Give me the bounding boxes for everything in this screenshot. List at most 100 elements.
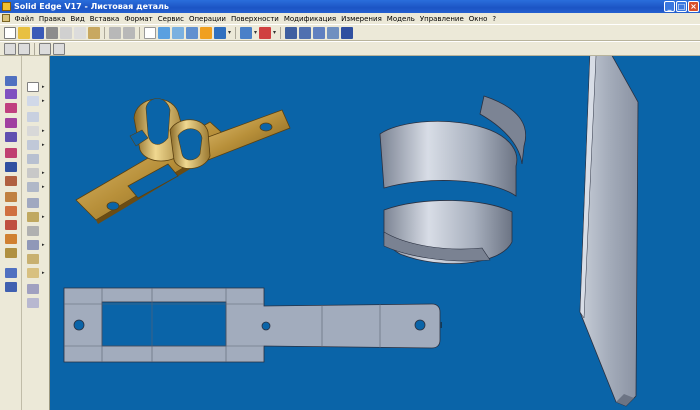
standard-toolbar: ▾ ▾ ▾ <box>0 24 700 41</box>
select-arrow-icon[interactable] <box>27 82 39 92</box>
chevron-right-icon[interactable]: ▸ <box>42 242 45 248</box>
minimize-button[interactable]: _ <box>664 1 675 12</box>
dimple-icon[interactable] <box>5 162 17 172</box>
undo-icon[interactable] <box>109 26 121 39</box>
coordinate-icon[interactable] <box>27 268 39 278</box>
document-icon[interactable] <box>2 14 10 22</box>
shading-icon[interactable] <box>214 26 226 39</box>
paste-icon[interactable] <box>88 26 100 39</box>
pattern-icon[interactable] <box>5 268 17 278</box>
offset-icon[interactable] <box>27 182 39 192</box>
layout-icon[interactable] <box>39 42 51 55</box>
close-button[interactable]: × <box>688 1 699 12</box>
chevron-right-icon[interactable]: ▸ <box>42 84 45 90</box>
point-icon[interactable] <box>27 298 39 308</box>
chevron-right-icon[interactable]: ▸ <box>42 98 45 104</box>
help-icon[interactable] <box>341 26 354 39</box>
menu-insert[interactable]: Вставка <box>87 15 122 23</box>
mirror-sketch-icon[interactable] <box>27 226 39 236</box>
maximize-button[interactable]: □ <box>676 1 687 12</box>
tab-icon[interactable] <box>5 118 17 128</box>
menu-file[interactable]: Файл <box>12 15 36 23</box>
rib-icon[interactable] <box>5 220 17 230</box>
bend-icon[interactable] <box>5 148 17 158</box>
chevron-right-icon[interactable]: ▸ <box>42 184 45 190</box>
pathfinder-icon[interactable] <box>18 42 30 55</box>
mirror-icon[interactable] <box>5 248 17 258</box>
fit-icon[interactable] <box>172 26 184 39</box>
save-icon[interactable] <box>32 26 44 39</box>
gusset-icon[interactable] <box>5 234 17 244</box>
zoom-all-icon[interactable] <box>313 26 326 39</box>
line-icon[interactable] <box>27 96 39 106</box>
chevron-right-icon[interactable]: ▸ <box>42 170 45 176</box>
open-icon[interactable] <box>18 26 30 39</box>
ribbon-toolbar <box>0 41 700 56</box>
menu-measure[interactable]: Измерения <box>339 15 385 23</box>
rotate-icon[interactable] <box>200 26 212 39</box>
cutout-icon[interactable] <box>5 132 17 142</box>
separator <box>34 42 35 55</box>
bracket-part[interactable] <box>75 98 291 225</box>
rectangle-icon[interactable] <box>27 126 39 136</box>
redo-icon[interactable] <box>123 26 135 39</box>
sheet-metal-icon[interactable] <box>5 76 17 86</box>
dimension-icon[interactable] <box>27 198 39 208</box>
contour-flange-icon[interactable] <box>5 103 17 113</box>
unbend-icon[interactable] <box>5 282 17 292</box>
view-orient-icon[interactable] <box>240 26 253 39</box>
menu-help[interactable]: ? <box>490 15 499 23</box>
pan-icon[interactable] <box>186 26 198 39</box>
menu-tools[interactable]: Сервис <box>155 15 186 23</box>
cut-icon[interactable] <box>60 26 72 39</box>
menu-modify[interactable]: Модификация <box>281 15 338 23</box>
chevron-right-icon[interactable]: ▸ <box>42 214 45 220</box>
feature-toolbar <box>0 56 22 410</box>
zoom-area-icon[interactable] <box>285 26 298 39</box>
menu-format[interactable]: Формат <box>122 15 155 23</box>
graphics-viewport[interactable]: I <box>50 56 700 410</box>
new-icon[interactable] <box>4 26 16 39</box>
chevron-down-icon[interactable]: ▾ <box>273 29 276 36</box>
select-tool-icon[interactable] <box>4 42 16 55</box>
app-icon <box>2 2 11 11</box>
bent-plate[interactable] <box>579 56 639 407</box>
fillet-icon[interactable] <box>27 154 39 164</box>
emboss-icon[interactable] <box>5 192 17 202</box>
separator <box>235 26 237 39</box>
trim-icon[interactable] <box>27 168 39 178</box>
menu-surfaces[interactable]: Поверхности <box>228 15 281 23</box>
chevron-right-icon[interactable]: ▸ <box>42 128 45 134</box>
chevron-down-icon[interactable]: ▾ <box>254 29 257 36</box>
print-icon[interactable] <box>46 26 58 39</box>
refresh-icon[interactable] <box>327 26 340 39</box>
chevron-down-icon[interactable]: ▾ <box>228 29 231 36</box>
select-icon[interactable] <box>144 26 156 39</box>
zoom-in-icon[interactable] <box>299 26 312 39</box>
spiral-strip-part[interactable] <box>379 95 526 264</box>
hole-icon[interactable] <box>5 206 17 216</box>
relation-icon[interactable] <box>27 212 39 222</box>
menu-manage[interactable]: Управление <box>417 15 466 23</box>
menu-features[interactable]: Операции <box>186 15 228 23</box>
curve-icon[interactable] <box>27 284 39 294</box>
menu-window[interactable]: Окно <box>466 15 490 23</box>
plane-icon[interactable] <box>27 254 39 264</box>
render-icon[interactable] <box>259 26 272 39</box>
project-icon[interactable] <box>27 240 39 250</box>
flange-icon[interactable] <box>5 89 17 99</box>
menu-edit[interactable]: Правка <box>36 15 68 23</box>
circle-icon[interactable] <box>27 140 39 150</box>
louver-icon[interactable] <box>5 176 17 186</box>
menu-view[interactable]: Вид <box>68 15 87 23</box>
sketch-toolbar: ▸ ▸ ▸ ▸ ▸ ▸ ▸ ▸ ▸ <box>22 56 50 410</box>
arc-icon[interactable] <box>27 112 39 122</box>
chevron-right-icon[interactable]: ▸ <box>42 270 45 276</box>
flat-pattern[interactable]: I <box>63 287 442 363</box>
menu-model[interactable]: Модель <box>384 15 417 23</box>
copy-icon[interactable] <box>74 26 86 39</box>
chevron-right-icon[interactable]: ▸ <box>42 142 45 148</box>
zoom-icon[interactable] <box>158 26 170 39</box>
sketch-icon[interactable] <box>53 42 65 55</box>
separator <box>280 26 282 39</box>
